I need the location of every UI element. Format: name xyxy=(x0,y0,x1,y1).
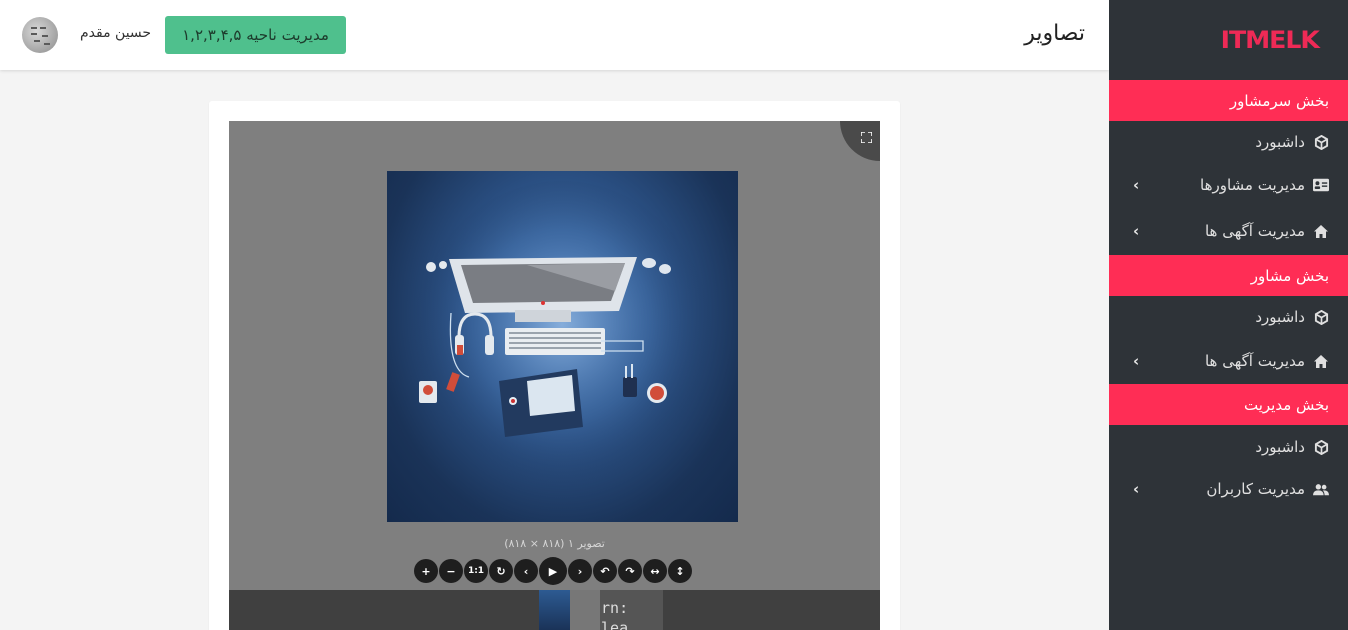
chevron-left-icon: ‹ xyxy=(523,564,529,578)
reset-button[interactable]: ↻ xyxy=(489,559,513,583)
thumbnail-2[interactable]: arn: :lea xyxy=(570,590,663,630)
logo[interactable]: itmelk xyxy=(1109,0,1348,80)
user-name[interactable]: حسین مقدم xyxy=(80,25,151,41)
rotate-right-icon: ↷ xyxy=(625,564,635,578)
reset-icon: ↻ xyxy=(496,564,506,578)
chevron-left-icon: ‹ xyxy=(1133,222,1140,240)
chevron-left-icon: ‹ xyxy=(1133,352,1140,370)
zoom-out-button[interactable]: − xyxy=(439,559,463,583)
region-management-button[interactable]: مدیریت ناحیه ۱,۲,۳,۴,۵ xyxy=(165,16,346,54)
chevron-left-icon: ‹ xyxy=(1133,480,1140,498)
chevron-right-icon: › xyxy=(577,564,583,578)
flip-vertical-button[interactable]: ↕ xyxy=(668,559,692,583)
id-card-icon xyxy=(1313,177,1329,193)
home-icon xyxy=(1313,223,1329,239)
sidebar-item-label: مدیریت آگهی ها xyxy=(1204,222,1305,240)
sidebar-item-advisor-manage-ads[interactable]: ‹ مدیریت آگهی ها xyxy=(1109,338,1348,384)
sidebar-item-advisor-dashboard[interactable]: داشبورد xyxy=(1109,296,1348,338)
cube-icon xyxy=(1313,439,1329,455)
zoom-in-button[interactable]: + xyxy=(414,559,438,583)
prev-button[interactable]: ‹ xyxy=(514,559,538,583)
sidebar-item-admin-dashboard[interactable]: داشبورد xyxy=(1109,425,1348,469)
sidebar-item-manage-ads[interactable]: ‹ مدیریت آگهی ها xyxy=(1109,207,1348,255)
fullscreen-button[interactable] xyxy=(840,121,880,161)
image-viewer[interactable]: (تصویر ۱ (۸۱۸ × ۸۱۸ + − 1:1 ↻ ‹ ▶ › ↶ ↷ … xyxy=(229,121,880,630)
sidebar-item-label: داشبورد xyxy=(1255,133,1305,151)
sidebar-item-label: داشبورد xyxy=(1255,438,1305,456)
sidebar-item-label: مدیریت مشاورها xyxy=(1200,176,1305,194)
sidebar-item-label: داشبورد xyxy=(1255,308,1305,326)
rotate-left-button[interactable]: ↶ xyxy=(593,559,617,583)
cube-icon xyxy=(1313,309,1329,325)
vertical-arrows-icon: ↕ xyxy=(675,564,685,578)
one-to-one-label: 1:1 xyxy=(467,566,485,576)
avatar[interactable] xyxy=(22,17,58,53)
viewer-toolbar: + − 1:1 ↻ ‹ ▶ › ↶ ↷ ↔ ↕ xyxy=(414,557,692,585)
top-header: تصاویر مدیریت ناحیه ۱,۲,۳,۴,۵ حسین مقدم xyxy=(0,0,1109,70)
thumbnail-strip: arn: :lea xyxy=(229,590,880,630)
fullscreen-icon xyxy=(861,132,872,143)
plus-icon: + xyxy=(421,564,431,578)
main-image[interactable] xyxy=(387,171,738,522)
users-icon xyxy=(1313,481,1329,497)
sidebar: itmelk بخش سرمشاور داشبورد ‹ مدیریت مشاو… xyxy=(1109,0,1348,630)
chevron-left-icon: ‹ xyxy=(1133,176,1140,194)
sidebar-item-head-dashboard[interactable]: داشبورد xyxy=(1109,121,1348,163)
section-header-advisor: بخش مشاور xyxy=(1109,255,1348,296)
desk-illustration xyxy=(412,181,712,501)
cube-icon xyxy=(1313,134,1329,150)
play-icon: ▶ xyxy=(548,564,558,578)
thumbnail-1[interactable] xyxy=(539,590,570,630)
section-header-management: بخش مدیریت xyxy=(1109,384,1348,425)
sidebar-item-manage-users[interactable]: ‹ مدیریت کاربران xyxy=(1109,469,1348,509)
image-caption: (تصویر ۱ (۸۱۸ × ۸۱۸ xyxy=(504,537,605,550)
next-button[interactable]: › xyxy=(568,559,592,583)
logo-text: itmelk xyxy=(1220,26,1319,54)
horizontal-arrows-icon: ↔ xyxy=(650,564,660,578)
play-button[interactable]: ▶ xyxy=(539,557,567,585)
sidebar-item-label: مدیریت آگهی ها xyxy=(1204,352,1305,370)
home-icon xyxy=(1313,353,1329,369)
sidebar-item-manage-advisors[interactable]: ‹ مدیریت مشاورها xyxy=(1109,163,1348,207)
rotate-right-button[interactable]: ↷ xyxy=(618,559,642,583)
flip-horizontal-button[interactable]: ↔ xyxy=(643,559,667,583)
rotate-left-icon: ↶ xyxy=(600,564,610,578)
sidebar-item-label: مدیریت کاربران xyxy=(1206,480,1305,498)
one-to-one-button[interactable]: 1:1 xyxy=(464,559,488,583)
page-title: تصاویر xyxy=(1024,21,1085,46)
minus-icon: − xyxy=(446,564,456,578)
section-header-head-advisor: بخش سرمشاور xyxy=(1109,80,1348,121)
